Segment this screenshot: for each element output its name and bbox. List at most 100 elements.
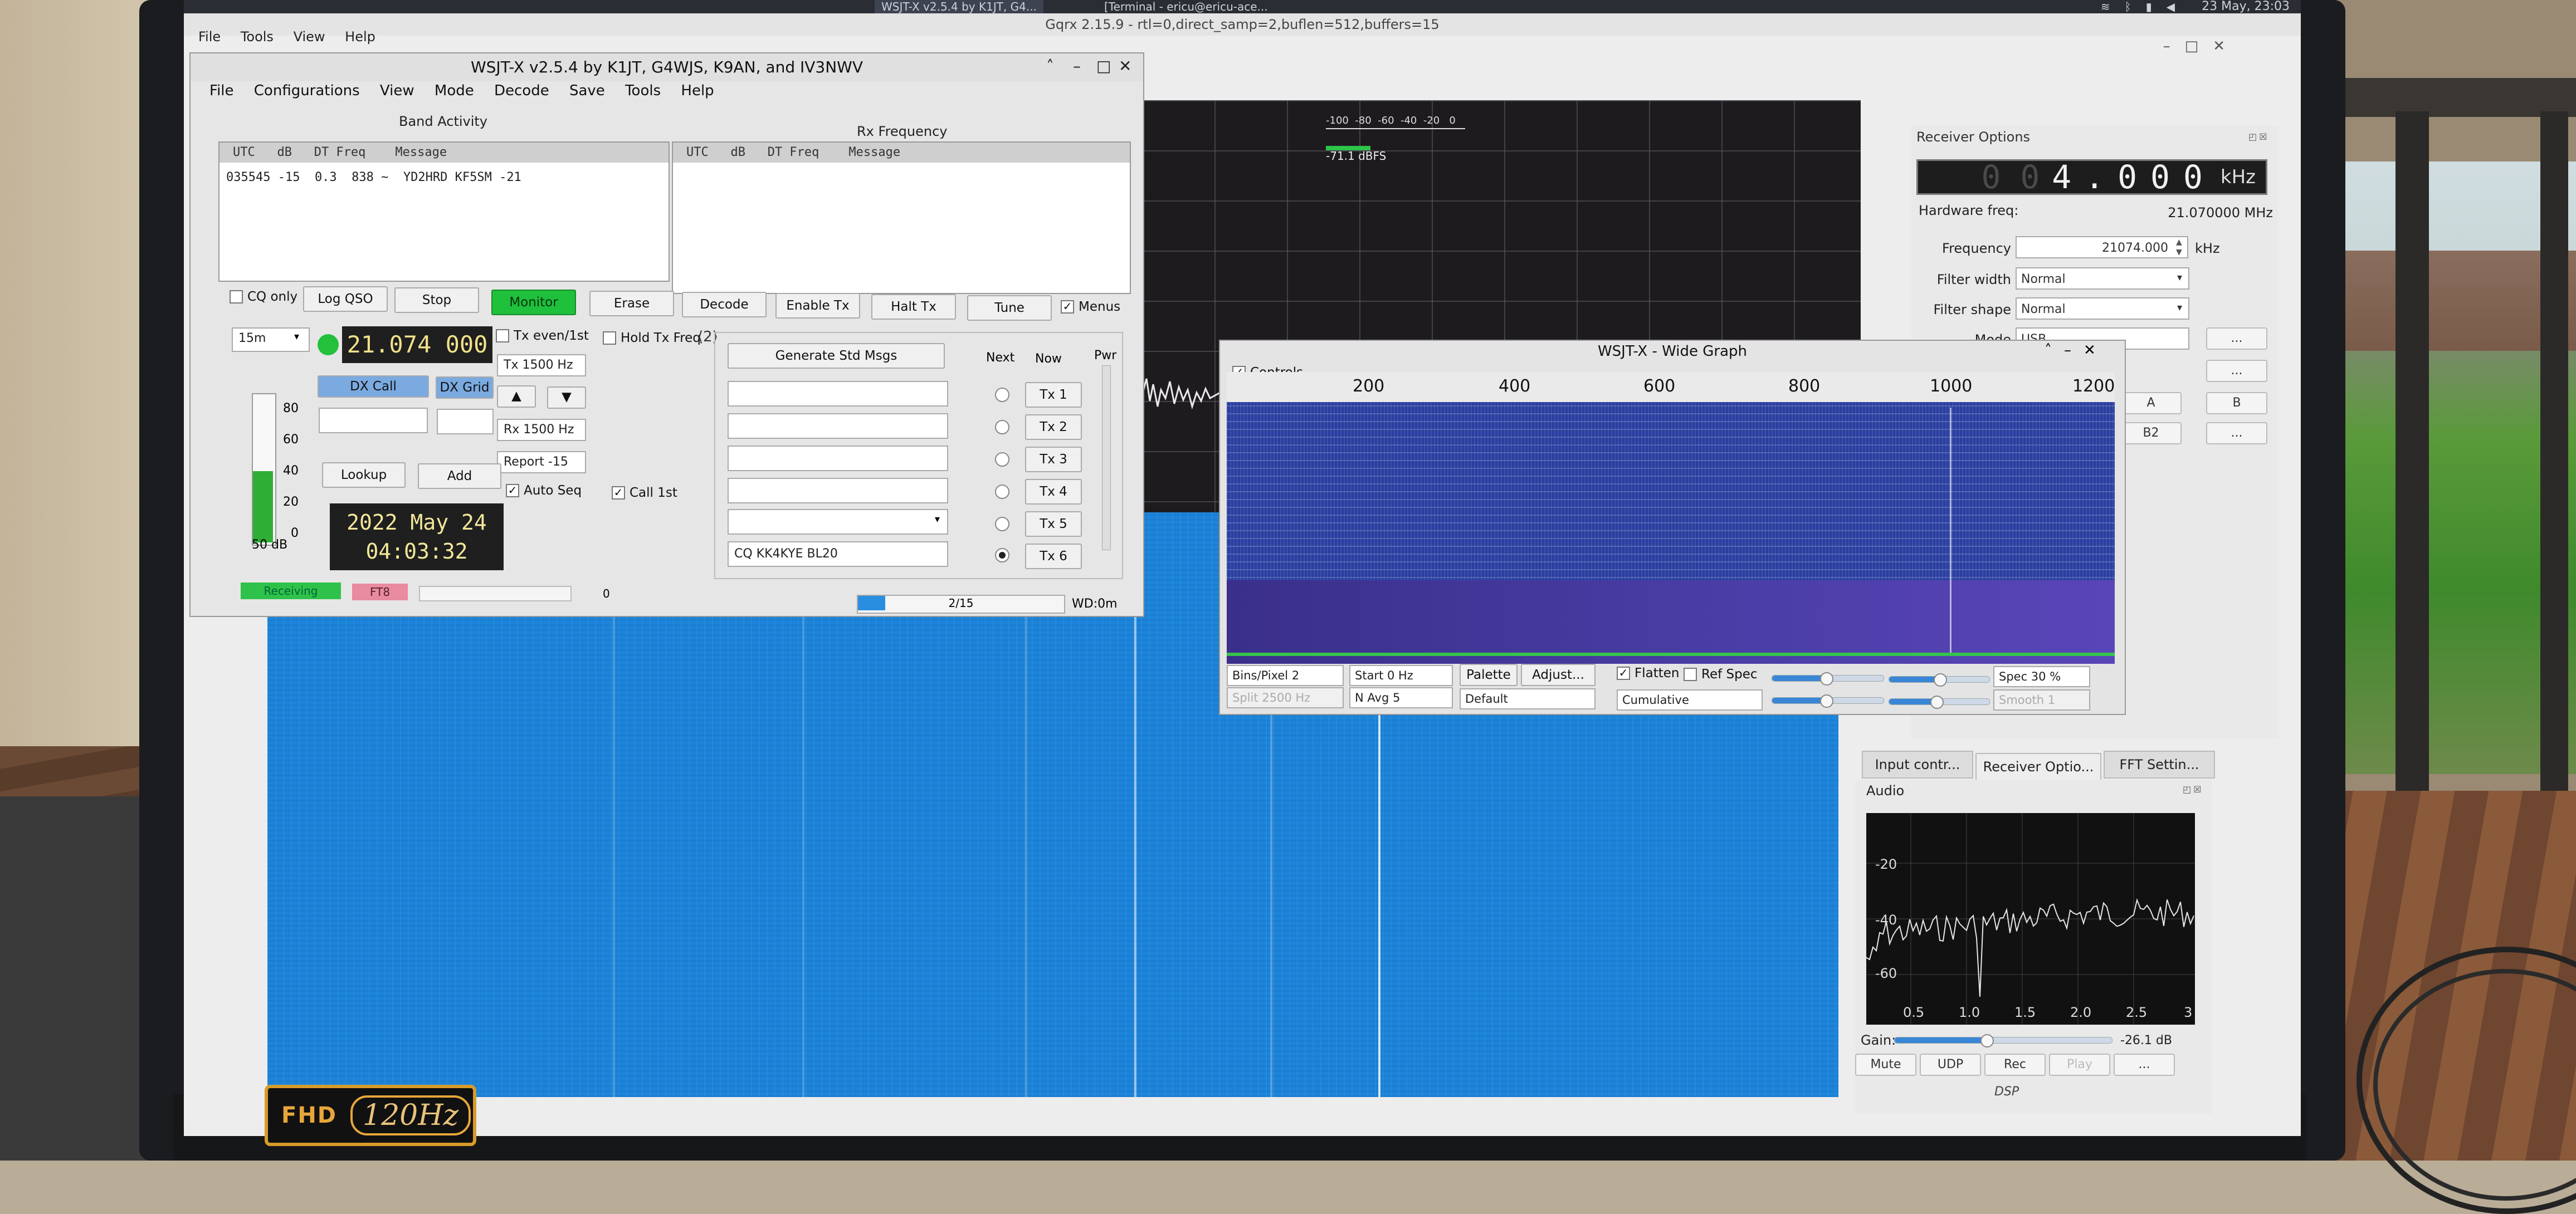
rx-frequency-list[interactable]: UTC dB DT Freq Message [672,141,1131,294]
spectrum-mode-select[interactable]: Cumulative [1617,689,1763,711]
udp-button[interactable]: UDP [1920,1054,1981,1076]
chevron-down-icon[interactable]: ▾ [2177,302,2182,314]
navg-spinbox[interactable]: N Avg 5 [1349,687,1453,708]
close-icon[interactable]: ☒ [2193,784,2203,795]
zero-slider[interactable] [1889,673,1990,687]
pwr-slider[interactable] [1102,365,1111,550]
log-qso-button[interactable]: Log QSO [303,286,388,312]
agc-options-button[interactable]: ... [2206,360,2267,382]
chevron-up-icon[interactable]: ˄ [2045,342,2064,359]
chevron-down-icon[interactable]: ▾ [2177,272,2182,283]
battery-icon[interactable]: ▮ [2146,0,2167,13]
b2-button[interactable]: B2 [2120,422,2182,444]
menu-tools[interactable]: Tools [625,82,661,99]
audio-fft-plot[interactable]: -20 -40 -60 0.5 1.0 1.5 2.0 2.5 3 [1866,813,2195,1025]
tune-button[interactable]: Tune [967,295,1052,321]
tx2-next-radio[interactable] [995,420,1009,434]
gain-slider[interactable] [1894,1034,2112,1047]
menu-view[interactable]: View [380,82,414,99]
decode-line[interactable]: 035545 -15 0.3 838 ~ YD2HRD KF5SM -21 [226,170,521,184]
tx2-message-input[interactable] [728,413,948,439]
frequency-input[interactable]: 21074.000 [2016,236,2188,258]
float-icon[interactable]: ◰ [2248,131,2259,142]
menu-file[interactable]: File [198,29,221,45]
palette-select[interactable]: Default [1460,688,1596,709]
tx5-button[interactable]: Tx 5 [1025,511,1082,537]
menu-file[interactable]: File [209,82,234,99]
menu-mode[interactable]: Mode [435,82,474,99]
spec-percent-spinbox[interactable]: Spec 30 % [1993,666,2090,687]
arrow-down-icon[interactable]: ▼ [547,386,586,409]
decode-button[interactable]: Decode [682,292,767,317]
chevron-up-icon[interactable]: ˄ [1046,57,1054,75]
close-icon[interactable]: ✕ [1119,57,1131,75]
volume-icon[interactable]: ◀ [2167,0,2189,13]
audio-options-button[interactable]: ... [2114,1054,2175,1076]
filter-shape-select[interactable]: Normal [2016,297,2189,320]
tx4-message-input[interactable] [728,478,948,503]
menus-checkbox[interactable]: ✓ Menus [1061,300,1120,314]
tx3-button[interactable]: Tx 3 [1025,447,1082,472]
erase-button[interactable]: Erase [589,291,674,316]
gain-slider[interactable] [1772,672,1884,686]
mode-toggle-icon[interactable]: ⟨2⟩ [697,329,718,384]
rx-frequency-spinbox[interactable]: Rx 1500 Hz [497,419,586,441]
mute-button[interactable]: Mute [1855,1054,1916,1076]
minimize-icon[interactable]: – [2163,38,2185,55]
call-1st-checkbox[interactable]: ✓ Call 1st [612,486,677,500]
palette-button[interactable]: Palette [1460,664,1518,686]
cq-only-checkbox[interactable]: CQ only [230,290,297,304]
tx-even-checkbox[interactable]: Tx even/1st [496,329,589,343]
tx6-next-radio[interactable] [995,548,1009,562]
band-activity-list[interactable]: UTC dB DT Freq Message 035545 -15 0.3 83… [218,141,670,282]
menu-help[interactable]: Help [681,82,714,99]
noise-options-button[interactable]: ... [2206,422,2267,444]
menu-decode[interactable]: Decode [494,82,549,99]
dx-call-input[interactable] [319,408,428,433]
mode-options-button[interactable]: ... [2206,327,2267,350]
menu-configurations[interactable]: Configurations [254,82,360,99]
wifi-icon[interactable]: ≋ [2101,0,2125,13]
tx-frequency-spinbox[interactable]: Tx 1500 Hz [497,354,586,376]
offset-frequency-display[interactable]: 0 0 4.000 kHz [1916,158,2267,196]
squelch-b-button[interactable]: B [2206,392,2267,414]
play-button[interactable]: Play [2049,1054,2110,1076]
tx1-message-input[interactable] [728,381,948,407]
lookup-button[interactable]: Lookup [322,462,406,488]
close-icon[interactable]: ✕ [2213,38,2240,55]
bins-per-pixel-spinbox[interactable]: Bins/Pixel 2 [1227,665,1344,686]
tab-receiver-options[interactable]: Receiver Optio... [1975,753,2101,781]
generate-std-msgs-button[interactable]: Generate Std Msgs [728,343,945,369]
dx-grid-input[interactable] [437,409,494,434]
tx5-next-radio[interactable] [995,517,1009,531]
slider-handle[interactable] [1820,672,1833,686]
taskbar-task-terminal[interactable]: [Terminal - ericu@ericu-ace... [1097,0,1275,13]
tab-fft-settings[interactable]: FFT Settin... [2104,751,2215,779]
slider-handle[interactable] [1820,694,1833,708]
flatten-checkbox[interactable]: ✓ Flatten [1617,666,1679,681]
clock[interactable]: 23 May, 23:03 [2202,0,2290,13]
tx1-next-radio[interactable] [995,388,1009,402]
auto-seq-checkbox[interactable]: ✓ Auto Seq [506,483,582,498]
tx2-button[interactable]: Tx 2 [1025,414,1082,440]
filter-width-select[interactable]: Normal [2016,267,2189,290]
maximize-icon[interactable]: □ [2185,38,2213,55]
bluetooth-icon[interactable]: ᛒ [2125,0,2146,13]
tx3-next-radio[interactable] [995,452,1009,467]
minimize-icon[interactable]: – [1073,57,1081,75]
hold-tx-freq-checkbox[interactable]: Hold Tx Freq [603,331,701,345]
tx1-button[interactable]: Tx 1 [1025,382,1082,408]
tx5-message-select[interactable] [728,509,948,535]
enable-tx-button[interactable]: Enable Tx [775,293,860,319]
halt-tx-button[interactable]: Halt Tx [871,294,956,320]
menu-help[interactable]: Help [345,29,375,45]
adjust-button[interactable]: Adjust... [1521,664,1596,686]
rec-button[interactable]: Rec [1984,1054,2046,1076]
chevron-down-icon[interactable]: ▾ [294,331,299,342]
close-icon[interactable]: ✕ [2084,342,2108,359]
stop-button[interactable]: Stop [394,287,479,313]
slider-handle[interactable] [1930,696,1944,709]
report-spinbox[interactable]: Report -15 [497,451,586,473]
add-button[interactable]: Add [418,463,501,489]
start-spinbox[interactable]: Start 0 Hz [1349,665,1453,686]
